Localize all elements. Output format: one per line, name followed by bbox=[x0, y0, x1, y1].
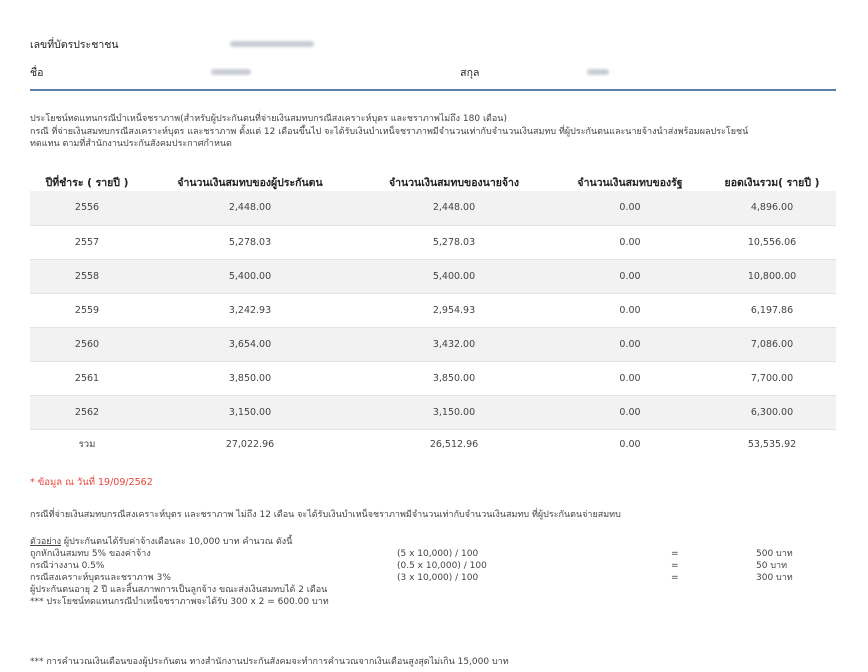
table-row: 2557 5,278.03 5,278.03 0.00 10,556.06 bbox=[30, 225, 836, 260]
condition-note: กรณีที่จ่ายเงินสมทบกรณีสงเคราะห์บุตร และ… bbox=[30, 510, 621, 520]
example-row: ถูกหักเงินสมทบ 5% ของค่าจ้าง (5 x 10,000… bbox=[30, 548, 836, 560]
example-row: กรณีสงเคราะห์บุตรและชราภาพ 3% (3 x 10,00… bbox=[30, 572, 836, 584]
cell-total: 6,197.86 bbox=[708, 293, 836, 328]
table-row: 2556 2,448.00 2,448.00 0.00 4,896.00 bbox=[30, 191, 836, 226]
total-insured: 27,022.96 bbox=[225, 438, 275, 450]
cell-total: 4,896.00 bbox=[708, 191, 836, 226]
surname-value-redacted bbox=[586, 67, 836, 78]
contribution-table: ปีที่ชำระ ( รายปี ) จำนวนเงินสมทบของผู้ป… bbox=[30, 173, 836, 459]
cell-employer: 5,400.00 bbox=[356, 259, 552, 294]
example-title-rest: ผู้ประกันตนได้รับค่าจ้างเดือนละ 10,000 บ… bbox=[61, 537, 293, 547]
table-row: 2561 3,850.00 3,850.00 0.00 7,700.00 bbox=[30, 361, 836, 396]
name-row: ชื่อ สกุล bbox=[30, 58, 836, 86]
id-row: เลขที่บัตรประชาชน bbox=[30, 30, 836, 58]
benefit-description: ประโยชน์ทดแทนกรณีบำเหน็จชราภาพ(สำหรับผู้… bbox=[30, 113, 838, 151]
description-line-2: กรณี ที่จ่ายเงินสมทบกรณีสงเคราะห์บุตร แล… bbox=[30, 126, 749, 137]
cell-year: 2559 bbox=[30, 293, 144, 328]
cell-government: 0.00 bbox=[552, 293, 708, 328]
cell-year: 2556 bbox=[30, 191, 144, 226]
example-equals: = bbox=[671, 561, 679, 571]
cell-total: 7,086.00 bbox=[708, 327, 836, 362]
cell-year: 2560 bbox=[30, 327, 144, 362]
example-title-underlined: ตัวอย่าง bbox=[30, 537, 62, 547]
table-header-row: ปีที่ชำระ ( รายปี ) จำนวนเงินสมทบของผู้ป… bbox=[30, 173, 836, 191]
cell-insured: 5,400.00 bbox=[144, 259, 356, 294]
cell-insured: 3,654.00 bbox=[144, 327, 356, 362]
table-row: 2562 3,150.00 3,150.00 0.00 6,300.00 bbox=[30, 395, 836, 430]
header-year: ปีที่ชำระ ( รายปี ) bbox=[45, 177, 129, 189]
cell-employer: 3,150.00 bbox=[356, 395, 552, 430]
total-government: 0.00 bbox=[619, 438, 641, 450]
cell-total: 10,800.00 bbox=[708, 259, 836, 294]
cell-employer: 3,432.00 bbox=[356, 327, 552, 362]
cell-insured: 3,850.00 bbox=[144, 361, 356, 396]
data-date-note: * ข้อมูล ณ วันที่ 19/09/2562 bbox=[30, 477, 153, 488]
name-value-redacted bbox=[211, 67, 460, 78]
example-result: 500 บาท bbox=[756, 549, 793, 559]
cell-insured: 3,242.93 bbox=[144, 293, 356, 328]
example-formula: (3 x 10,000) / 100 bbox=[397, 573, 479, 583]
example-result: 50 บาท bbox=[756, 561, 788, 571]
cell-insured: 2,448.00 bbox=[144, 191, 356, 226]
cell-employer: 5,278.03 bbox=[356, 225, 552, 260]
cell-total: 6,300.00 bbox=[708, 395, 836, 430]
surname-label: สกุล bbox=[460, 66, 480, 79]
cell-employer: 3,850.00 bbox=[356, 361, 552, 396]
example-formula: (5 x 10,000) / 100 bbox=[397, 549, 479, 559]
cell-insured: 5,278.03 bbox=[144, 225, 356, 260]
header-total: ยอดเงินรวม( รายปี ) bbox=[724, 177, 820, 189]
cell-year: 2562 bbox=[30, 395, 144, 430]
total-label: รวม bbox=[78, 438, 96, 450]
cell-government: 0.00 bbox=[552, 259, 708, 294]
description-line-1: ประโยชน์ทดแทนกรณีบำเหน็จชราภาพ(สำหรับผู้… bbox=[30, 114, 507, 124]
example-title: ตัวอย่าง ผู้ประกันตนได้รับค่าจ้างเดือนละ… bbox=[30, 536, 836, 548]
example-label: กรณีว่างงาน 0.5% bbox=[30, 561, 105, 571]
header-insured-contribution: จำนวนเงินสมทบของผู้ประกันตน bbox=[177, 177, 323, 189]
example-label: ถูกหักเงินสมทบ 5% ของค่าจ้าง bbox=[30, 549, 151, 559]
cell-government: 0.00 bbox=[552, 395, 708, 430]
example-equals: = bbox=[671, 549, 679, 559]
id-label: เลขที่บัตรประชาชน bbox=[30, 38, 119, 51]
example-label: กรณีสงเคราะห์บุตรและชราภาพ 3% bbox=[30, 573, 171, 583]
example-status-line: ผู้ประกันตนอายุ 2 ปี และสิ้นสภาพการเป็นล… bbox=[30, 585, 328, 595]
table-row: 2560 3,654.00 3,432.00 0.00 7,086.00 bbox=[30, 327, 836, 362]
divider bbox=[30, 89, 836, 91]
example-formula: (0.5 x 10,000) / 100 bbox=[397, 561, 487, 571]
example-section: ตัวอย่าง ผู้ประกันตนได้รับค่าจ้างเดือนละ… bbox=[30, 536, 836, 608]
total-sum: 53,535.92 bbox=[747, 438, 797, 450]
cell-employer: 2,954.93 bbox=[356, 293, 552, 328]
cell-government: 0.00 bbox=[552, 361, 708, 396]
example-equals: = bbox=[671, 573, 679, 583]
cell-government: 0.00 bbox=[552, 327, 708, 362]
header-government-contribution: จำนวนเงินสมทบของรัฐ bbox=[577, 177, 683, 189]
id-value-redacted bbox=[230, 39, 505, 50]
cell-year: 2558 bbox=[30, 259, 144, 294]
table-total-row: รวม 27,022.96 26,512.96 0.00 53,535.92 bbox=[30, 429, 836, 459]
header-employer-contribution: จำนวนเงินสมทบของนายจ้าง bbox=[388, 177, 520, 189]
cell-government: 0.00 bbox=[552, 225, 708, 260]
cell-year: 2557 bbox=[30, 225, 144, 260]
cell-total: 7,700.00 bbox=[708, 361, 836, 396]
total-employer: 26,512.96 bbox=[429, 438, 479, 450]
cell-government: 0.00 bbox=[552, 191, 708, 226]
cell-insured: 3,150.00 bbox=[144, 395, 356, 430]
cell-year: 2561 bbox=[30, 361, 144, 396]
example-row: กรณีว่างงาน 0.5% (0.5 x 10,000) / 100 = … bbox=[30, 560, 836, 572]
table-row: 2559 3,242.93 2,954.93 0.00 6,197.86 bbox=[30, 293, 836, 328]
description-line-3: ทดแทน ตามที่สำนักงานประกันสังคมประกาศกำห… bbox=[30, 139, 232, 149]
table-row: 2558 5,400.00 5,400.00 0.00 10,800.00 bbox=[30, 259, 836, 294]
name-label: ชื่อ bbox=[30, 66, 44, 79]
example-result-line: *** ประโยชน์ทดแทนกรณีบำเหน็จชราภาพจะได้ร… bbox=[30, 597, 329, 607]
example-result: 300 บาท bbox=[756, 573, 793, 583]
personal-info: เลขที่บัตรประชาชน ชื่อ สกุล bbox=[30, 30, 836, 86]
footer-note: *** การคำนวณเงินเดือนของผู้ประกันตน ทางส… bbox=[30, 657, 509, 667]
cell-employer: 2,448.00 bbox=[356, 191, 552, 226]
cell-total: 10,556.06 bbox=[708, 225, 836, 260]
